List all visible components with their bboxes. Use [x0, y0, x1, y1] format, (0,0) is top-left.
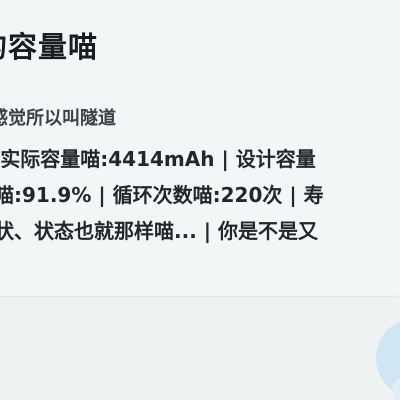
card-title: 的容量喵	[0, 30, 99, 64]
card-subtitle: 感觉所以叫隧道	[0, 108, 116, 129]
battery-info-line-capacity: | 实际容量喵:4414mAh | 设计容量	[0, 147, 316, 171]
app-screen: 的容量喵 感觉所以叫隧道 | 实际容量喵:4414mAh | 设计容量 喵:91…	[0, 0, 400, 400]
battery-info-line-status: 状、状态也就那样喵... | 你是不是又	[0, 219, 319, 243]
battery-info-line-health: 喵:91.9% | 循环次数喵:220次 | 寿	[0, 183, 324, 207]
